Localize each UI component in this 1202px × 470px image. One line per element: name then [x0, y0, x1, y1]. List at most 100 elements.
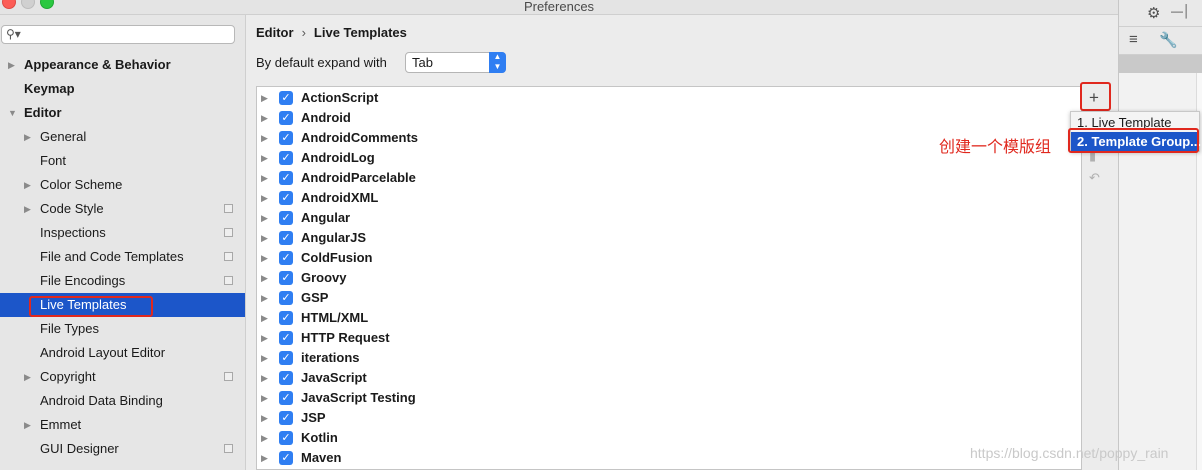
group-enabled-checkbox[interactable]: ✓ — [279, 171, 293, 185]
hide-panel-icon[interactable]: —│ — [1171, 4, 1191, 18]
template-group-row[interactable]: ▶ ✓ AndroidParcelable — [257, 168, 1081, 188]
sidebar-item[interactable]: ▶ Color Scheme — [0, 173, 245, 197]
sidebar-item[interactable]: ▶ Emmet — [0, 413, 245, 437]
chevron-right-icon[interactable]: ▶ — [261, 268, 268, 288]
template-group-row[interactable]: ▶ ✓ AngularJS — [257, 228, 1081, 248]
collapse-all-icon[interactable]: ≡ — [1129, 31, 1138, 48]
group-enabled-checkbox[interactable]: ✓ — [279, 151, 293, 165]
undo-icon[interactable]: ↶ — [1089, 170, 1100, 186]
settings-search-input[interactable]: ⚲▾ — [1, 25, 235, 44]
template-group-name: AndroidParcelable — [301, 170, 416, 185]
sidebar-item[interactable]: ▶ Copyright — [0, 365, 245, 389]
chevron-right-icon[interactable]: ▶ — [261, 428, 268, 448]
chevron-right-icon[interactable]: ▶ — [261, 288, 268, 308]
chevron-right-icon[interactable]: ▶ — [261, 388, 268, 408]
group-enabled-checkbox[interactable]: ✓ — [279, 191, 293, 205]
template-group-name: iterations — [301, 350, 360, 365]
sidebar-item[interactable]: GUI Designer — [0, 437, 245, 461]
expand-with-select[interactable]: Tab ▲ ▼ — [405, 52, 506, 73]
chevron-right-icon[interactable]: ▶ — [261, 248, 268, 268]
chevron-right-icon[interactable]: ▶ — [24, 125, 31, 149]
group-enabled-checkbox[interactable]: ✓ — [279, 231, 293, 245]
template-group-row[interactable]: ▶ ✓ HTTP Request — [257, 328, 1081, 348]
template-group-name: GSP — [301, 290, 329, 305]
chevron-right-icon[interactable]: ▶ — [261, 308, 268, 328]
sidebar-item-label: Android Data Binding — [40, 393, 163, 408]
group-enabled-checkbox[interactable]: ✓ — [279, 331, 293, 345]
chevron-right-icon[interactable]: ▶ — [24, 365, 31, 389]
chevron-right-icon[interactable]: ▶ — [261, 228, 268, 248]
template-group-row[interactable]: ▶ ✓ Kotlin — [257, 428, 1081, 448]
project-settings-icon — [224, 444, 233, 453]
chevron-right-icon[interactable]: ▶ — [261, 148, 268, 168]
sidebar-item[interactable]: ▼ Editor — [0, 101, 245, 125]
chevron-right-icon[interactable]: ▶ — [261, 208, 268, 228]
chevron-right-icon[interactable]: ▶ — [261, 348, 268, 368]
chevron-right-icon[interactable]: ▶ — [261, 88, 268, 108]
sidebar-item[interactable]: Font — [0, 149, 245, 173]
group-enabled-checkbox[interactable]: ✓ — [279, 431, 293, 445]
group-enabled-checkbox[interactable]: ✓ — [279, 211, 293, 225]
chevron-right-icon[interactable]: ▶ — [261, 108, 268, 128]
group-enabled-checkbox[interactable]: ✓ — [279, 111, 293, 125]
template-group-row[interactable]: ▶ ✓ iterations — [257, 348, 1081, 368]
group-enabled-checkbox[interactable]: ✓ — [279, 371, 293, 385]
chevron-right-icon[interactable]: ▶ — [24, 173, 31, 197]
group-enabled-checkbox[interactable]: ✓ — [279, 351, 293, 365]
sidebar-item-label: General — [40, 129, 87, 144]
sidebar-item[interactable]: Android Data Binding — [0, 389, 245, 413]
gear-icon[interactable]: ⚙ — [1147, 4, 1160, 22]
group-enabled-checkbox[interactable]: ✓ — [279, 411, 293, 425]
chevron-right-icon[interactable]: ▶ — [261, 168, 268, 188]
template-group-row[interactable]: ▶ ✓ Groovy — [257, 268, 1081, 288]
template-group-row[interactable]: ▶ ✓ JavaScript Testing — [257, 388, 1081, 408]
template-group-name: AndroidComments — [301, 130, 418, 145]
sidebar-item[interactable]: Inspections — [0, 221, 245, 245]
chevron-right-icon[interactable]: ▶ — [261, 188, 268, 208]
group-enabled-checkbox[interactable]: ✓ — [279, 91, 293, 105]
sidebar-item-label: Keymap — [24, 81, 75, 96]
template-group-name: Groovy — [301, 270, 347, 285]
template-group-row[interactable]: ▶ ✓ Maven — [257, 448, 1081, 468]
chevron-right-icon[interactable]: ▶ — [24, 197, 31, 221]
sidebar-item[interactable]: Android Layout Editor — [0, 341, 245, 365]
sidebar-item[interactable]: ▶ Appearance & Behavior — [0, 53, 245, 77]
chevron-right-icon[interactable]: ▶ — [24, 413, 31, 437]
template-group-row[interactable]: ▶ ✓ ActionScript — [257, 88, 1081, 108]
group-enabled-checkbox[interactable]: ✓ — [279, 451, 293, 465]
sidebar-item[interactable]: ▶ General — [0, 125, 245, 149]
template-group-row[interactable]: ▶ ✓ JSP — [257, 408, 1081, 428]
chevron-right-icon[interactable]: ▶ — [261, 128, 268, 148]
sidebar-item[interactable]: Keymap — [0, 77, 245, 101]
chevron-right-icon[interactable]: ▶ — [261, 448, 268, 468]
template-group-row[interactable]: ▶ ✓ JavaScript — [257, 368, 1081, 388]
watermark-text: https://blog.csdn.net/poppy_rain — [970, 445, 1169, 461]
sidebar-item-label: Font — [40, 153, 67, 168]
chevron-down-icon[interactable]: ▼ — [8, 101, 17, 125]
sidebar-item-label: Copyright — [40, 369, 96, 384]
template-group-row[interactable]: ▶ ✓ ColdFusion — [257, 248, 1081, 268]
group-enabled-checkbox[interactable]: ✓ — [279, 391, 293, 405]
template-group-row[interactable]: ▶ ✓ GSP — [257, 288, 1081, 308]
sidebar-item[interactable]: ▶ Code Style — [0, 197, 245, 221]
chevron-right-icon[interactable]: ▶ — [261, 408, 268, 428]
template-group-row[interactable]: ▶ ✓ Angular — [257, 208, 1081, 228]
breadcrumb-current: Live Templates — [313, 25, 407, 40]
template-group-row[interactable]: ▶ ✓ AndroidXML — [257, 188, 1081, 208]
chevron-right-icon[interactable]: ▶ — [8, 53, 15, 77]
group-enabled-checkbox[interactable]: ✓ — [279, 251, 293, 265]
wrench-icon[interactable]: 🔧 — [1159, 31, 1178, 49]
sidebar-item[interactable]: File and Code Templates — [0, 245, 245, 269]
group-enabled-checkbox[interactable]: ✓ — [279, 291, 293, 305]
chevron-right-icon[interactable]: ▶ — [261, 328, 268, 348]
sidebar-item[interactable]: File Encodings — [0, 269, 245, 293]
group-enabled-checkbox[interactable]: ✓ — [279, 271, 293, 285]
group-enabled-checkbox[interactable]: ✓ — [279, 311, 293, 325]
sidebar-item[interactable]: File Types — [0, 317, 245, 341]
breadcrumb-parent[interactable]: Editor — [256, 25, 294, 40]
sidebar-item-label: Appearance & Behavior — [24, 57, 171, 72]
group-enabled-checkbox[interactable]: ✓ — [279, 131, 293, 145]
chevron-right-icon[interactable]: ▶ — [261, 368, 268, 388]
template-group-row[interactable]: ▶ ✓ HTML/XML — [257, 308, 1081, 328]
template-group-row[interactable]: ▶ ✓ Android — [257, 108, 1081, 128]
